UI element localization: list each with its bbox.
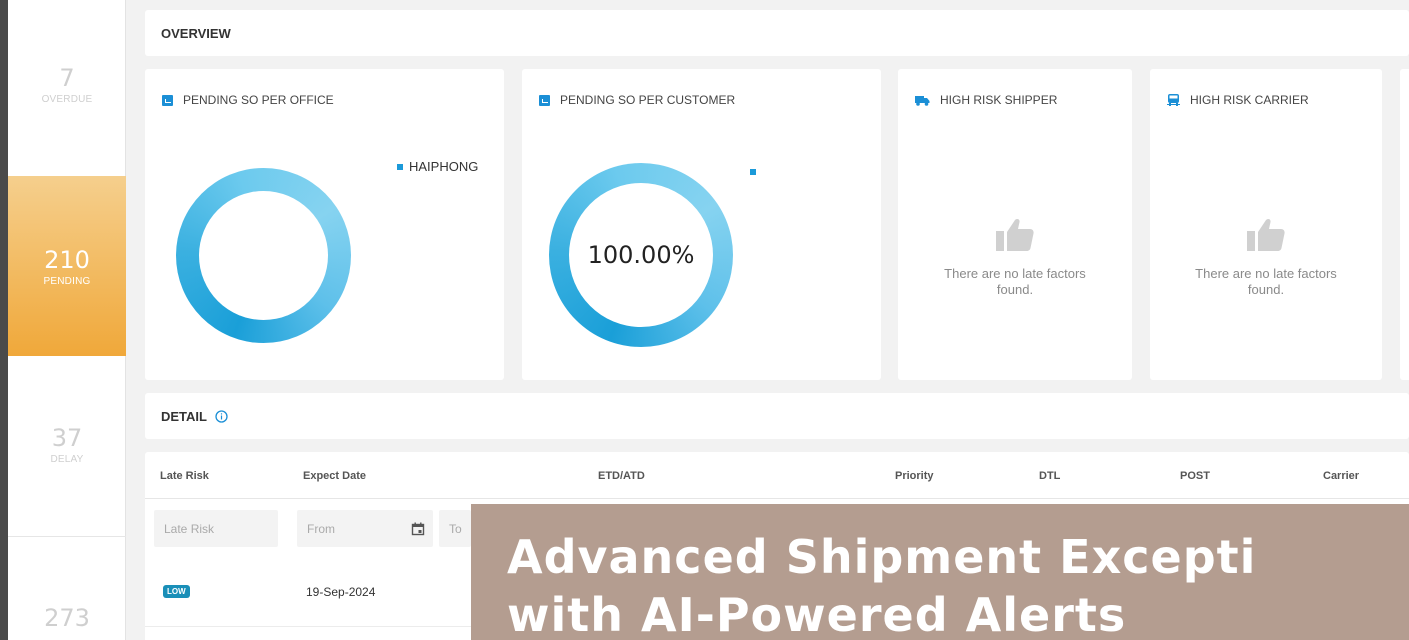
- card-title-text: HIGH RISK SHIPPER: [940, 93, 1058, 107]
- late-risk-filter[interactable]: Late Risk: [154, 510, 278, 547]
- legend-item[interactable]: HAIPHONG: [397, 159, 478, 174]
- stat-divider: [8, 536, 126, 537]
- empty-message: There are no late factors found.: [1195, 266, 1337, 297]
- status-sidebar: 7 OVERDUE 210 PENDING 37 DELAY 273: [8, 0, 126, 640]
- banner-headline: Advanced Shipment Excepti with AI-Powere…: [507, 528, 1256, 640]
- card-high-risk-shipper: HIGH RISK SHIPPER There are no late fact…: [898, 69, 1132, 380]
- detail-header: DETAIL: [145, 393, 1409, 439]
- stat-delay-count: 37: [51, 424, 83, 452]
- col-post[interactable]: POST: [1180, 470, 1210, 482]
- donut-percentage: 100.00%: [587, 241, 695, 269]
- stat-delay[interactable]: 37 DELAY: [8, 424, 126, 484]
- calendar-icon[interactable]: [411, 522, 425, 536]
- stat-overdue[interactable]: 7 OVERDUE: [8, 64, 126, 124]
- empty-state: There are no late factors found.: [898, 217, 1132, 298]
- card-title: HIGH RISK CARRIER: [1167, 93, 1309, 107]
- overview-title: OVERVIEW: [161, 26, 231, 41]
- bus-icon: [1167, 94, 1180, 106]
- card-partial: [1400, 69, 1409, 380]
- card-title-text: PENDING SO PER OFFICE: [183, 93, 334, 107]
- donut-chart-customer[interactable]: 100.00%: [549, 163, 733, 347]
- col-etd-atd[interactable]: ETD/ATD: [598, 470, 645, 482]
- bar-chart-icon: [539, 94, 550, 106]
- card-title: PENDING SO PER CUSTOMER: [539, 93, 735, 107]
- stat-total-count: 273: [44, 604, 90, 632]
- legend-label: HAIPHONG: [409, 159, 479, 174]
- col-expect-date[interactable]: Expect Date: [303, 470, 366, 482]
- stat-total[interactable]: 273: [8, 604, 126, 640]
- bar-chart-icon: [162, 94, 173, 106]
- info-icon[interactable]: [215, 410, 228, 423]
- empty-state: There are no late factors found.: [1150, 217, 1382, 298]
- stat-overdue-count: 7: [59, 64, 75, 92]
- detail-title-text: DETAIL: [161, 409, 207, 424]
- card-pending-office: PENDING SO PER OFFICE HAIPHONG: [145, 69, 504, 380]
- card-high-risk-carrier: HIGH RISK CARRIER There are no late fact…: [1150, 69, 1382, 380]
- window-edge: [0, 0, 8, 640]
- late-risk-badge: LOW: [163, 585, 190, 598]
- to-date-filter[interactable]: To: [439, 510, 471, 547]
- empty-message: There are no late factors found.: [944, 266, 1086, 297]
- overview-header: OVERVIEW: [145, 10, 1409, 56]
- card-title-text: HIGH RISK CARRIER: [1190, 93, 1309, 107]
- stat-pending[interactable]: 210 PENDING: [8, 176, 126, 356]
- header-divider: [145, 498, 1409, 499]
- legend-dot: [750, 169, 756, 175]
- from-date-filter[interactable]: From: [297, 510, 433, 547]
- from-placeholder: From: [307, 521, 335, 536]
- legend-item[interactable]: [750, 169, 756, 175]
- col-late-risk[interactable]: Late Risk: [160, 470, 209, 482]
- promo-banner: Advanced Shipment Excepti with AI-Powere…: [471, 504, 1409, 640]
- card-pending-customer: PENDING SO PER CUSTOMER 100.00%: [522, 69, 881, 380]
- legend-dot: [397, 163, 403, 170]
- banner-line-2: with AI-Powered Alerts: [507, 588, 1127, 640]
- expect-date-cell: 19-Sep-2024: [306, 585, 376, 599]
- thumbs-up-icon: [1247, 218, 1285, 251]
- col-priority[interactable]: Priority: [895, 470, 934, 482]
- col-dtl[interactable]: DTL: [1039, 470, 1060, 482]
- card-title: HIGH RISK SHIPPER: [915, 93, 1057, 107]
- stat-pending-count: 210: [44, 246, 90, 274]
- truck-icon: [915, 95, 930, 106]
- col-carrier[interactable]: Carrier: [1323, 470, 1359, 482]
- donut-chart-office[interactable]: [176, 168, 351, 343]
- stat-delay-label: DELAY: [50, 454, 84, 465]
- banner-line-1: Advanced Shipment Excepti: [507, 530, 1257, 584]
- card-title: PENDING SO PER OFFICE: [162, 93, 334, 107]
- stat-overdue-label: OVERDUE: [41, 94, 93, 105]
- stat-pending-label: PENDING: [43, 276, 91, 287]
- thumbs-up-icon: [996, 218, 1034, 251]
- card-title-text: PENDING SO PER CUSTOMER: [560, 93, 736, 107]
- detail-title: DETAIL: [161, 409, 228, 424]
